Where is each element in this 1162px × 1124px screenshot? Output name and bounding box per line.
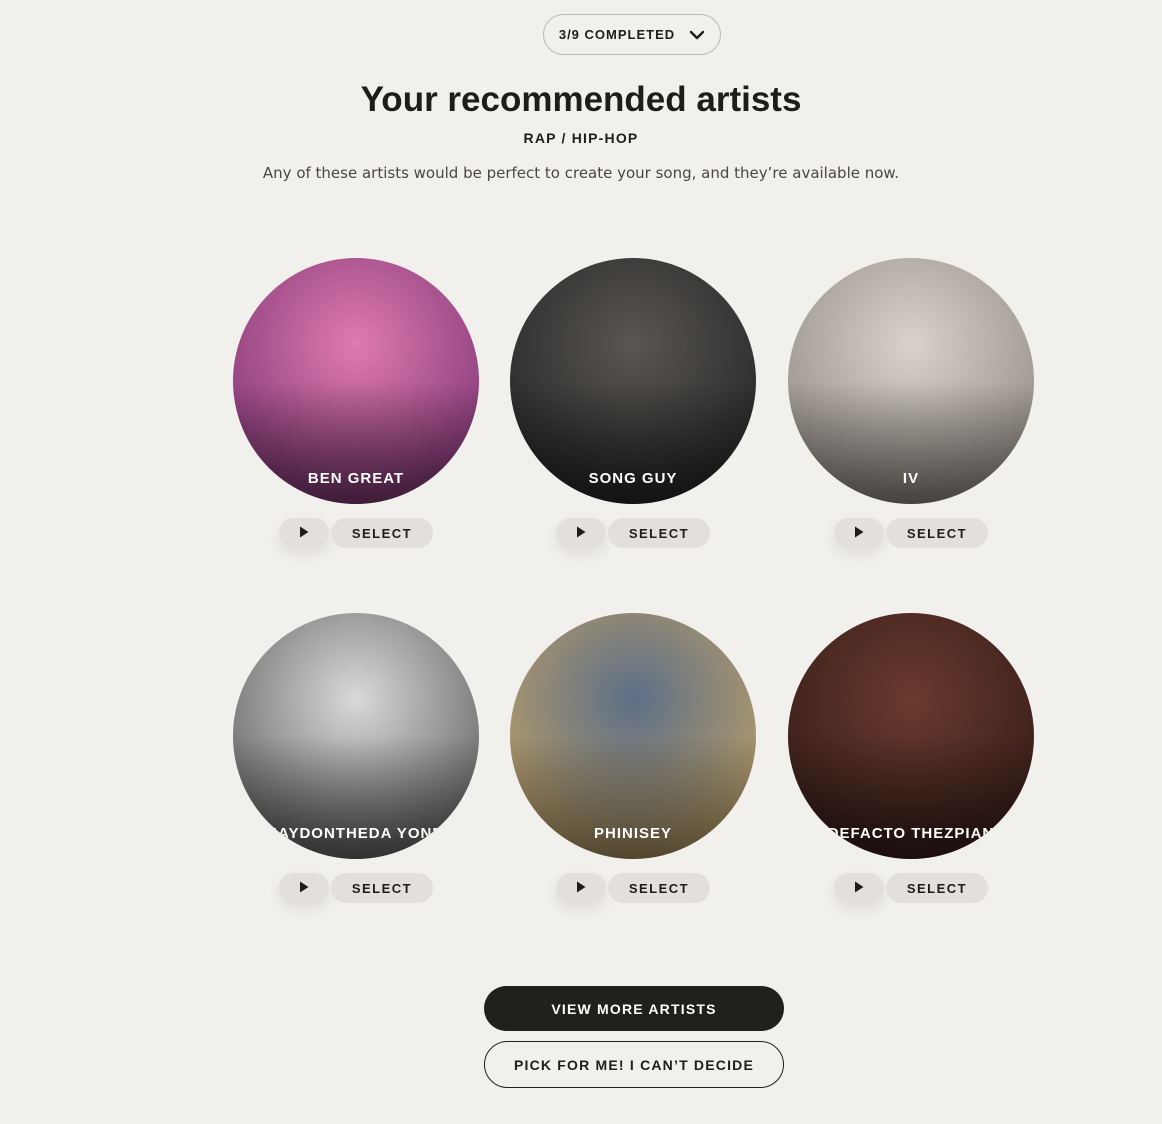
progress-dropdown[interactable]: 3/9 COMPLETED: [543, 14, 721, 55]
artist-card: DEFACTO THEZPIAN SELECT: [788, 613, 1034, 903]
select-button[interactable]: SELECT: [331, 873, 433, 903]
artist-card: BEN GREAT SELECT: [233, 258, 479, 548]
play-icon: [299, 881, 309, 896]
play-icon: [854, 526, 864, 541]
select-button[interactable]: SELECT: [886, 518, 988, 548]
artist-name: PHINISEY: [593, 825, 673, 842]
artist-card: PHINISEY SELECT: [510, 613, 756, 903]
page-title: Your recommended artists: [360, 80, 802, 119]
artist-photo[interactable]: DEFACTO THEZPIAN: [788, 613, 1034, 859]
artist-photo[interactable]: BEN GREAT: [233, 258, 479, 504]
artist-name: IV: [902, 470, 920, 487]
play-button[interactable]: [279, 873, 329, 903]
select-button[interactable]: SELECT: [331, 518, 433, 548]
play-icon: [576, 881, 586, 896]
view-more-artists-button[interactable]: VIEW MORE ARTISTS: [484, 986, 784, 1031]
artist-photo[interactable]: IV: [788, 258, 1034, 504]
artist-name: DEFACTO THEZPIAN: [827, 825, 995, 842]
artist-card: IV SELECT: [788, 258, 1034, 548]
select-button[interactable]: SELECT: [886, 873, 988, 903]
play-button[interactable]: [834, 518, 884, 548]
pick-for-me-button[interactable]: PICK FOR ME! I CAN’T DECIDE: [484, 1041, 784, 1088]
select-button[interactable]: SELECT: [608, 873, 710, 903]
play-button[interactable]: [556, 518, 606, 548]
play-icon: [854, 881, 864, 896]
chevron-down-icon: [689, 30, 705, 40]
progress-label: 3/9 COMPLETED: [558, 27, 676, 42]
page-subtitle: Any of these artists would be perfect to…: [262, 164, 900, 182]
artist-name: BEN GREAT: [307, 470, 405, 487]
play-icon: [576, 526, 586, 541]
play-icon: [299, 526, 309, 541]
genre-label: RAP / HIP-HOP: [523, 130, 639, 146]
artist-photo[interactable]: SONG GUY: [510, 258, 756, 504]
artist-name: SONG GUY: [588, 470, 678, 487]
play-button[interactable]: [279, 518, 329, 548]
artist-card: JAYDONTHEDA YONE SELECT: [233, 613, 479, 903]
select-button[interactable]: SELECT: [608, 518, 710, 548]
artist-card: SONG GUY SELECT: [510, 258, 756, 548]
play-button[interactable]: [834, 873, 884, 903]
artist-photo[interactable]: JAYDONTHEDA YONE: [233, 613, 479, 859]
play-button[interactable]: [556, 873, 606, 903]
artist-photo[interactable]: PHINISEY: [510, 613, 756, 859]
artist-name: JAYDONTHEDA YONE: [268, 825, 444, 842]
